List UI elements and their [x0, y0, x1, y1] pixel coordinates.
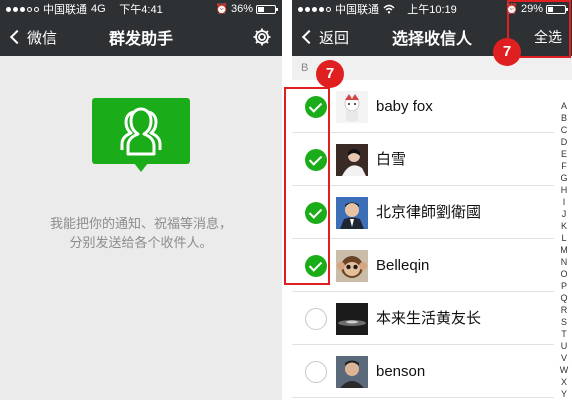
unchecked-checkbox[interactable] [305, 308, 327, 330]
contact-name: 北京律師劉衛國 [376, 204, 482, 221]
signal-icon [6, 6, 39, 12]
index-letter[interactable]: O [560, 268, 567, 280]
contact-row[interactable]: Belleqin [292, 239, 554, 292]
contact-row[interactable]: 白雪 [292, 133, 554, 186]
avatar [336, 91, 368, 123]
index-letter[interactable]: K [561, 220, 567, 232]
description-line-1: 我能把你的通知、祝福等消息， [49, 216, 232, 231]
signal-icon [298, 6, 331, 12]
index-letter[interactable]: L [561, 232, 566, 244]
carrier-text: 中国联通 [43, 4, 87, 16]
contact-row[interactable]: 北京律師劉衛國 [292, 186, 554, 239]
group-people-icon [120, 107, 162, 156]
network-type: 4G [91, 3, 106, 15]
battery-percent: 29% [520, 3, 543, 15]
index-letter[interactable]: P [561, 280, 567, 292]
contact-row[interactable]: benson [292, 345, 554, 398]
avatar [336, 356, 368, 388]
index-letter[interactable]: J [562, 208, 567, 220]
index-letter[interactable]: G [560, 172, 567, 184]
back-label: 微信 [27, 29, 58, 47]
index-letter[interactable]: C [561, 124, 568, 136]
index-letter[interactable]: M [560, 244, 568, 256]
chevron-left-icon [9, 29, 25, 45]
wifi-icon [383, 4, 395, 14]
battery-icon [256, 4, 278, 14]
carrier-text: 中国联通 [335, 4, 379, 16]
index-letter[interactable]: A [561, 100, 567, 112]
index-letter[interactable]: H [561, 184, 568, 196]
annotation-step-badge: 7 [493, 38, 521, 66]
back-button[interactable]: 返回 [300, 18, 349, 56]
index-letter[interactable]: E [561, 148, 567, 160]
annotation-highlight-checkboxes [284, 87, 330, 285]
group-send-logo [92, 98, 190, 172]
index-letter[interactable]: S [561, 316, 567, 328]
contact-name: 本来生活黄友长 [376, 310, 482, 327]
index-letter[interactable]: B [561, 112, 567, 124]
contact-row[interactable]: 本来生活黄友长 [292, 292, 554, 345]
index-letter[interactable]: U [561, 340, 568, 352]
index-letter[interactable]: Q [560, 292, 567, 304]
contact-name: benson [376, 363, 426, 380]
gear-icon [253, 28, 271, 46]
description-text: 我能把你的通知、祝福等消息， 分别发送给各个收件人。 [0, 214, 282, 252]
index-letter[interactable]: F [561, 160, 567, 172]
back-label: 返回 [319, 29, 350, 47]
index-letter[interactable]: T [561, 328, 567, 340]
alarm-icon: ⏰ [215, 3, 228, 15]
battery-percent: 36% [230, 3, 253, 15]
index-letter[interactable]: V [561, 352, 567, 364]
status-bar: 中国联通 4G 下午4:41 ⏰ 36% [0, 0, 282, 18]
index-letter[interactable]: D [561, 136, 568, 148]
index-letter[interactable]: N [561, 256, 568, 268]
index-letter[interactable]: X [561, 376, 567, 388]
settings-button[interactable] [252, 18, 272, 56]
index-letter[interactable]: W [560, 364, 569, 376]
avatar [336, 303, 368, 335]
chevron-left-icon [301, 29, 317, 45]
index-letter[interactable]: Y [561, 388, 567, 400]
alarm-icon: ⏰ [505, 3, 518, 15]
contact-name: 白雪 [376, 151, 407, 168]
description-line-2: 分别发送给各个收件人。 [69, 235, 213, 250]
index-letter[interactable]: R [561, 304, 568, 316]
back-button[interactable]: 微信 [8, 18, 57, 56]
nav-bar: 微信 群发助手 [0, 18, 282, 56]
battery-icon [546, 4, 568, 14]
alphabet-index[interactable]: ABCDEFGHIJKLMNOPQRSTUVWXYZ [558, 100, 570, 400]
avatar [336, 250, 368, 282]
left-screen: 中国联通 4G 下午4:41 ⏰ 36% 微信 群发助手 我能把你的通知、祝福等… [0, 0, 282, 400]
index-letter[interactable]: I [563, 196, 566, 208]
avatar [336, 144, 368, 176]
unchecked-checkbox[interactable] [305, 361, 327, 383]
annotation-step-badge: 7 [316, 60, 344, 88]
avatar [336, 197, 368, 229]
contact-name: baby fox [376, 98, 433, 115]
contact-name: Belleqin [376, 257, 430, 274]
